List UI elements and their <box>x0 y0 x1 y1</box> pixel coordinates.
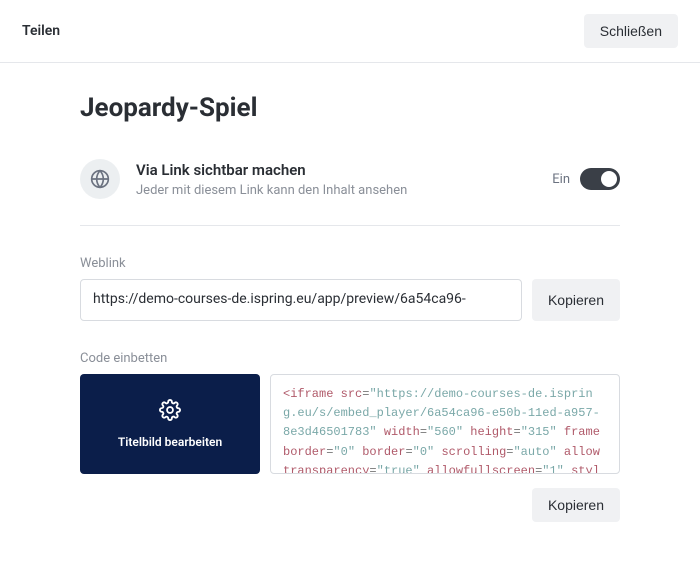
weblink-section: Weblink https://demo-courses-de.ispring.… <box>80 256 620 321</box>
code-token: = <box>420 425 427 439</box>
embed-row: Titelbild bearbeiten <iframe src="https:… <box>80 374 620 474</box>
page-title: Jeopardy-Spiel <box>80 93 620 123</box>
gear-icon <box>159 399 181 425</box>
dialog-header: Teilen Schließen <box>0 0 700 63</box>
toggle-knob <box>601 171 617 187</box>
code-token: "0" <box>333 445 355 459</box>
code-token: = <box>369 464 376 474</box>
embed-label: Code einbetten <box>80 351 620 366</box>
code-token: "1" <box>542 464 564 474</box>
code-token: width <box>384 425 420 439</box>
embed-section: Code einbetten Titelbild bearbeiten <ifr… <box>80 351 620 522</box>
code-token: "315" <box>521 425 557 439</box>
copy-link-button[interactable]: Kopieren <box>532 279 620 321</box>
code-token: height <box>470 425 513 439</box>
thumbnail-label: Titelbild bearbeiten <box>118 435 222 449</box>
share-subtitle: Jeder mit diesem Link kann den Inhalt an… <box>136 183 536 198</box>
code-token: allowfullscreen <box>427 464 535 474</box>
embed-footer: Kopieren <box>80 488 620 522</box>
edit-thumbnail-button[interactable]: Titelbild bearbeiten <box>80 374 260 474</box>
embed-code-box[interactable]: <iframe src="https://demo-courses-de.isp… <box>270 374 620 474</box>
code-token: "560" <box>427 425 463 439</box>
code-token: src <box>341 387 363 401</box>
toggle-label: Ein <box>552 172 570 187</box>
code-token: "0" <box>413 445 435 459</box>
share-via-link-row: Via Link sichtbar machen Jeder mit diese… <box>80 159 620 226</box>
weblink-row: https://demo-courses-de.ispring.eu/app/p… <box>80 279 620 321</box>
globe-icon <box>80 159 120 199</box>
weblink-label: Weblink <box>80 256 620 271</box>
visibility-toggle-wrap: Ein <box>552 168 620 190</box>
code-token: "true" <box>377 464 420 474</box>
code-token: "auto" <box>513 445 556 459</box>
close-button[interactable]: Schließen <box>584 14 678 48</box>
share-texts: Via Link sichtbar machen Jeder mit diese… <box>136 161 536 198</box>
dialog-title: Teilen <box>22 23 60 39</box>
dialog-content: Jeopardy-Spiel Via Link sichtbar machen … <box>0 63 700 542</box>
code-token: border <box>362 445 405 459</box>
visibility-toggle[interactable] <box>580 168 620 190</box>
code-token: <iframe <box>283 387 333 401</box>
code-token: = <box>405 445 412 459</box>
weblink-input[interactable]: https://demo-courses-de.ispring.eu/app/p… <box>80 279 522 321</box>
code-token: scrolling <box>441 445 506 459</box>
code-token: = <box>513 425 520 439</box>
share-title: Via Link sichtbar machen <box>136 161 536 179</box>
copy-embed-button[interactable]: Kopieren <box>532 488 620 522</box>
